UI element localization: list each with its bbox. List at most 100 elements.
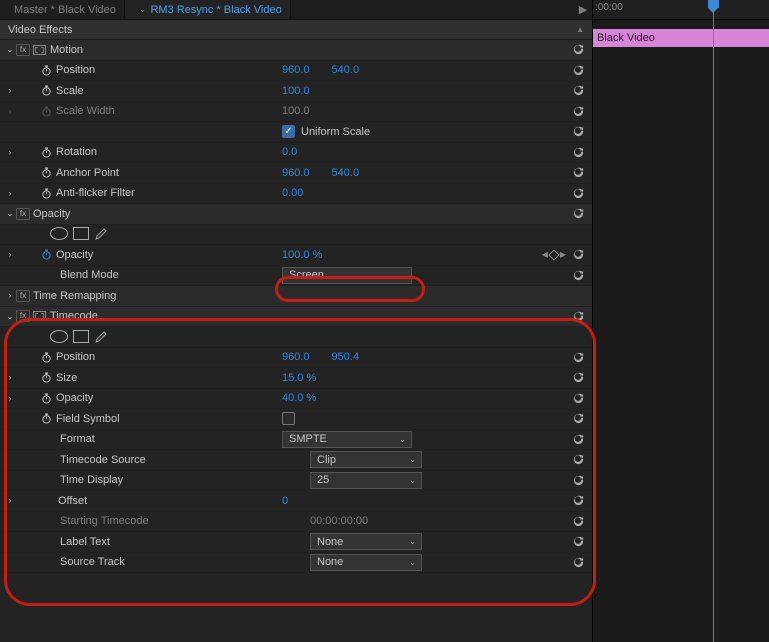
- fx-badge-icon[interactable]: fx: [16, 44, 30, 56]
- reset-icon[interactable]: [570, 390, 586, 406]
- effect-timeline[interactable]: :00:00 Black Video: [592, 0, 769, 642]
- stopwatch-icon[interactable]: [40, 187, 52, 199]
- value[interactable]: 0: [282, 495, 288, 507]
- twisty-icon[interactable]: ›: [4, 148, 16, 157]
- effect-opacity[interactable]: ⌄ fx Opacity: [0, 204, 592, 225]
- twisty-icon[interactable]: ⌄: [4, 312, 16, 321]
- twisty-icon[interactable]: ›: [4, 373, 16, 382]
- value-y[interactable]: 540.0: [332, 167, 360, 179]
- twisty-icon[interactable]: ⌄: [4, 45, 16, 54]
- stopwatch-icon[interactable]: [40, 351, 52, 363]
- reset-icon[interactable]: [570, 267, 586, 283]
- format-select[interactable]: SMPTE⌄: [282, 431, 412, 448]
- mask-ellipse-icon[interactable]: [50, 330, 68, 343]
- reset-icon[interactable]: [570, 42, 586, 58]
- value-y[interactable]: 950.4: [332, 351, 360, 363]
- section-video-effects[interactable]: Video Effects ▲: [0, 20, 592, 40]
- twisty-icon[interactable]: ›: [4, 394, 16, 403]
- reset-icon[interactable]: [570, 247, 586, 263]
- reset-icon[interactable]: [570, 185, 586, 201]
- source-track-select[interactable]: None⌄: [310, 554, 422, 571]
- reset-icon[interactable]: [570, 124, 586, 140]
- value[interactable]: 15.0 %: [282, 372, 316, 384]
- twisty-icon[interactable]: ›: [4, 291, 16, 300]
- effect-motion[interactable]: ⌄ fx Motion: [0, 40, 592, 61]
- value-x[interactable]: 960.0: [282, 351, 310, 363]
- twisty-icon[interactable]: ›: [4, 189, 16, 198]
- stopwatch-icon[interactable]: [40, 85, 52, 97]
- reset-icon[interactable]: [570, 103, 586, 119]
- effect-time-remapping[interactable]: › fx Time Remapping: [0, 286, 592, 307]
- reset-icon[interactable]: [570, 472, 586, 488]
- twisty-icon[interactable]: ›: [4, 250, 16, 259]
- prop-time-display: Time Display 25⌄: [0, 471, 592, 492]
- reset-icon[interactable]: [570, 165, 586, 181]
- value[interactable]: 0.0: [282, 146, 297, 158]
- reset-icon[interactable]: [570, 534, 586, 550]
- stopwatch-icon[interactable]: [40, 392, 52, 404]
- clip-bar[interactable]: Black Video: [593, 29, 769, 47]
- stopwatch-icon[interactable]: [40, 249, 52, 261]
- reset-icon[interactable]: [570, 144, 586, 160]
- keyframe-nav[interactable]: ◀▶: [542, 250, 566, 259]
- prop-antiflicker: › Anti-flicker Filter 0.00: [0, 184, 592, 205]
- tc-source-select[interactable]: Clip⌄: [310, 451, 422, 468]
- playhead-handle-icon[interactable]: [708, 0, 719, 8]
- reset-icon[interactable]: [570, 308, 586, 324]
- reset-icon[interactable]: [570, 513, 586, 529]
- reset-icon[interactable]: [570, 62, 586, 78]
- reset-icon[interactable]: [570, 206, 586, 222]
- blend-mode-select[interactable]: Screen⌄: [282, 267, 412, 284]
- reset-icon[interactable]: [570, 554, 586, 570]
- stopwatch-icon[interactable]: [40, 167, 52, 179]
- mask-rect-icon[interactable]: [73, 227, 89, 240]
- reset-icon[interactable]: [570, 370, 586, 386]
- prop-label: Source Track: [60, 556, 125, 568]
- twisty-icon[interactable]: ›: [4, 496, 16, 505]
- mask-ellipse-icon[interactable]: [50, 227, 68, 240]
- reset-icon[interactable]: [570, 493, 586, 509]
- value[interactable]: 0.00: [282, 187, 303, 199]
- next-key-icon[interactable]: ▶: [560, 250, 566, 259]
- time-display-select[interactable]: 25⌄: [310, 472, 422, 489]
- uniform-scale-checkbox[interactable]: [282, 125, 295, 138]
- fx-badge-icon[interactable]: fx: [16, 290, 30, 302]
- mask-pen-icon[interactable]: [94, 227, 108, 241]
- transform-icon[interactable]: [33, 45, 46, 55]
- stopwatch-icon[interactable]: [40, 146, 52, 158]
- fx-badge-icon[interactable]: fx: [16, 310, 30, 322]
- tab-scroll-right-icon[interactable]: ▶: [574, 0, 592, 19]
- tab-master[interactable]: Master * Black Video: [6, 0, 125, 19]
- playhead[interactable]: [713, 0, 714, 642]
- mask-pen-icon[interactable]: [94, 330, 108, 344]
- add-key-icon[interactable]: [548, 249, 559, 260]
- reset-icon[interactable]: [570, 411, 586, 427]
- tab-clip[interactable]: ⌄ RM3 Resync * Black Video: [125, 0, 291, 19]
- stopwatch-icon[interactable]: [40, 64, 52, 76]
- twisty-icon[interactable]: ⌄: [4, 209, 16, 218]
- value-x[interactable]: 960.0: [282, 64, 310, 76]
- effect-timecode[interactable]: ⌄ fx Timecode: [0, 307, 592, 328]
- tab-clip-label: RM3 Resync * Black Video: [150, 4, 281, 16]
- label-text-select[interactable]: None⌄: [310, 533, 422, 550]
- value[interactable]: 100.0: [282, 85, 310, 97]
- twisty-icon[interactable]: ›: [4, 86, 16, 95]
- transform-icon[interactable]: [33, 311, 46, 321]
- field-symbol-checkbox[interactable]: [282, 412, 295, 425]
- value[interactable]: 100.0 %: [282, 249, 322, 261]
- value-x[interactable]: 960.0: [282, 167, 310, 179]
- fx-badge-icon[interactable]: fx: [16, 208, 30, 220]
- effect-controls-panel: Master * Black Video ⌄ RM3 Resync * Blac…: [0, 0, 592, 642]
- effect-label: Motion: [50, 44, 83, 56]
- stopwatch-icon[interactable]: [40, 413, 52, 425]
- reset-icon[interactable]: [570, 83, 586, 99]
- value-y[interactable]: 540.0: [332, 64, 360, 76]
- reset-icon[interactable]: [570, 452, 586, 468]
- mask-rect-icon[interactable]: [73, 330, 89, 343]
- value[interactable]: 40.0 %: [282, 392, 316, 404]
- reset-icon[interactable]: [570, 349, 586, 365]
- prev-key-icon[interactable]: ◀: [542, 250, 548, 259]
- stopwatch-icon[interactable]: [40, 372, 52, 384]
- time-ruler[interactable]: :00:00: [593, 0, 769, 20]
- reset-icon[interactable]: [570, 431, 586, 447]
